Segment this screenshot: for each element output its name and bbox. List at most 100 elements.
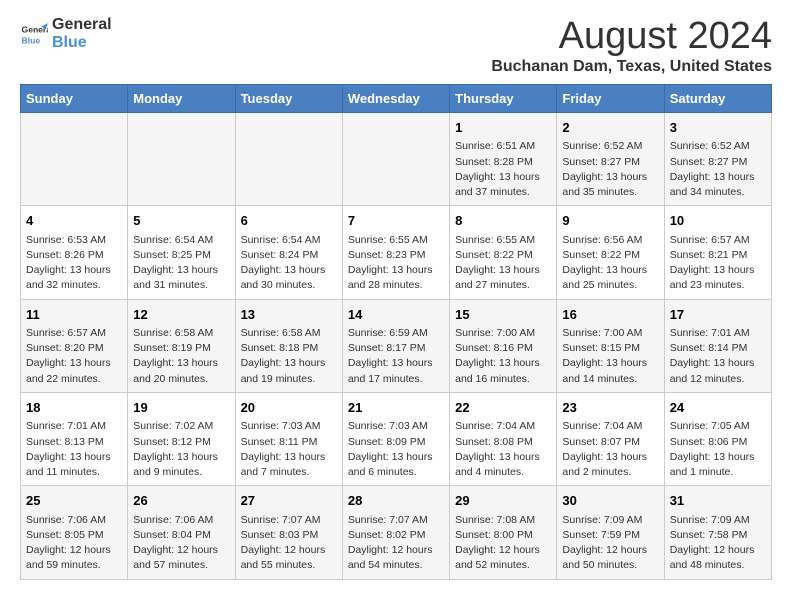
day-number: 15 [455,305,551,325]
day-info: Sunrise: 6:58 AMSunset: 8:18 PMDaylight:… [241,326,337,387]
day-info: Sunrise: 7:07 AMSunset: 8:02 PMDaylight:… [348,513,444,574]
calendar-cell: 23Sunrise: 7:04 AMSunset: 8:07 PMDayligh… [557,392,664,485]
calendar-cell: 8Sunrise: 6:55 AMSunset: 8:22 PMDaylight… [450,206,557,299]
calendar-cell: 21Sunrise: 7:03 AMSunset: 8:09 PMDayligh… [342,392,449,485]
day-info: Sunrise: 7:03 AMSunset: 8:11 PMDaylight:… [241,419,337,480]
calendar-cell [235,112,342,205]
weekday-header-saturday: Saturday [664,84,771,112]
day-info: Sunrise: 6:52 AMSunset: 8:27 PMDaylight:… [670,139,766,200]
calendar-week-row: 25Sunrise: 7:06 AMSunset: 8:05 PMDayligh… [21,486,772,579]
day-number: 2 [562,118,658,138]
day-number: 3 [670,118,766,138]
logo-line2: Blue [52,34,112,52]
day-info: Sunrise: 7:05 AMSunset: 8:06 PMDaylight:… [670,419,766,480]
calendar-cell: 18Sunrise: 7:01 AMSunset: 8:13 PMDayligh… [21,392,128,485]
day-info: Sunrise: 6:51 AMSunset: 8:28 PMDaylight:… [455,139,551,200]
day-info: Sunrise: 7:01 AMSunset: 8:14 PMDaylight:… [670,326,766,387]
main-title: August 2024 [491,16,772,58]
day-number: 17 [670,305,766,325]
day-number: 14 [348,305,444,325]
day-info: Sunrise: 7:00 AMSunset: 8:15 PMDaylight:… [562,326,658,387]
weekday-header-friday: Friday [557,84,664,112]
calendar-cell: 13Sunrise: 6:58 AMSunset: 8:18 PMDayligh… [235,299,342,392]
calendar-cell: 9Sunrise: 6:56 AMSunset: 8:22 PMDaylight… [557,206,664,299]
weekday-header-monday: Monday [128,84,235,112]
day-info: Sunrise: 7:07 AMSunset: 8:03 PMDaylight:… [241,513,337,574]
calendar-cell: 12Sunrise: 6:58 AMSunset: 8:19 PMDayligh… [128,299,235,392]
calendar-cell: 28Sunrise: 7:07 AMSunset: 8:02 PMDayligh… [342,486,449,579]
calendar-cell: 5Sunrise: 6:54 AMSunset: 8:25 PMDaylight… [128,206,235,299]
day-number: 21 [348,398,444,418]
calendar-table: SundayMondayTuesdayWednesdayThursdayFrid… [20,84,772,580]
day-number: 9 [562,211,658,231]
calendar-cell: 20Sunrise: 7:03 AMSunset: 8:11 PMDayligh… [235,392,342,485]
day-number: 6 [241,211,337,231]
day-number: 30 [562,491,658,511]
weekday-header-tuesday: Tuesday [235,84,342,112]
calendar-week-row: 4Sunrise: 6:53 AMSunset: 8:26 PMDaylight… [21,206,772,299]
day-info: Sunrise: 7:06 AMSunset: 8:04 PMDaylight:… [133,513,229,574]
day-info: Sunrise: 6:54 AMSunset: 8:25 PMDaylight:… [133,233,229,294]
calendar-cell: 26Sunrise: 7:06 AMSunset: 8:04 PMDayligh… [128,486,235,579]
calendar-cell [128,112,235,205]
day-number: 27 [241,491,337,511]
calendar-cell: 1Sunrise: 6:51 AMSunset: 8:28 PMDaylight… [450,112,557,205]
day-number: 1 [455,118,551,138]
calendar-cell: 19Sunrise: 7:02 AMSunset: 8:12 PMDayligh… [128,392,235,485]
day-number: 31 [670,491,766,511]
day-number: 25 [26,491,122,511]
header: General Blue General Blue August 2024 Bu… [20,16,772,76]
day-info: Sunrise: 7:08 AMSunset: 8:00 PMDaylight:… [455,513,551,574]
calendar-cell: 14Sunrise: 6:59 AMSunset: 8:17 PMDayligh… [342,299,449,392]
calendar-cell: 7Sunrise: 6:55 AMSunset: 8:23 PMDaylight… [342,206,449,299]
day-number: 29 [455,491,551,511]
day-info: Sunrise: 6:54 AMSunset: 8:24 PMDaylight:… [241,233,337,294]
subtitle: Buchanan Dam, Texas, United States [491,58,772,76]
calendar-cell: 16Sunrise: 7:00 AMSunset: 8:15 PMDayligh… [557,299,664,392]
calendar-cell: 10Sunrise: 6:57 AMSunset: 8:21 PMDayligh… [664,206,771,299]
calendar-week-row: 11Sunrise: 6:57 AMSunset: 8:20 PMDayligh… [21,299,772,392]
calendar-cell: 3Sunrise: 6:52 AMSunset: 8:27 PMDaylight… [664,112,771,205]
weekday-header-wednesday: Wednesday [342,84,449,112]
calendar-cell: 6Sunrise: 6:54 AMSunset: 8:24 PMDaylight… [235,206,342,299]
weekday-header-thursday: Thursday [450,84,557,112]
day-info: Sunrise: 6:57 AMSunset: 8:20 PMDaylight:… [26,326,122,387]
day-info: Sunrise: 6:57 AMSunset: 8:21 PMDaylight:… [670,233,766,294]
day-number: 13 [241,305,337,325]
calendar-cell: 29Sunrise: 7:08 AMSunset: 8:00 PMDayligh… [450,486,557,579]
day-info: Sunrise: 6:52 AMSunset: 8:27 PMDaylight:… [562,139,658,200]
day-number: 28 [348,491,444,511]
day-number: 20 [241,398,337,418]
calendar-cell: 15Sunrise: 7:00 AMSunset: 8:16 PMDayligh… [450,299,557,392]
day-number: 10 [670,211,766,231]
calendar-cell: 27Sunrise: 7:07 AMSunset: 8:03 PMDayligh… [235,486,342,579]
logo-icon: General Blue [20,20,48,48]
calendar-cell: 17Sunrise: 7:01 AMSunset: 8:14 PMDayligh… [664,299,771,392]
day-number: 22 [455,398,551,418]
day-number: 4 [26,211,122,231]
logo-line1: General [52,16,112,34]
day-info: Sunrise: 7:00 AMSunset: 8:16 PMDaylight:… [455,326,551,387]
calendar-cell [21,112,128,205]
calendar-cell: 11Sunrise: 6:57 AMSunset: 8:20 PMDayligh… [21,299,128,392]
day-number: 8 [455,211,551,231]
day-number: 18 [26,398,122,418]
day-number: 12 [133,305,229,325]
calendar-cell: 22Sunrise: 7:04 AMSunset: 8:08 PMDayligh… [450,392,557,485]
day-info: Sunrise: 7:09 AMSunset: 7:59 PMDaylight:… [562,513,658,574]
day-number: 26 [133,491,229,511]
day-info: Sunrise: 6:55 AMSunset: 8:22 PMDaylight:… [455,233,551,294]
calendar-cell: 30Sunrise: 7:09 AMSunset: 7:59 PMDayligh… [557,486,664,579]
day-info: Sunrise: 7:06 AMSunset: 8:05 PMDaylight:… [26,513,122,574]
calendar-cell: 2Sunrise: 6:52 AMSunset: 8:27 PMDaylight… [557,112,664,205]
calendar-cell: 4Sunrise: 6:53 AMSunset: 8:26 PMDaylight… [21,206,128,299]
day-info: Sunrise: 6:58 AMSunset: 8:19 PMDaylight:… [133,326,229,387]
weekday-header-row: SundayMondayTuesdayWednesdayThursdayFrid… [21,84,772,112]
day-info: Sunrise: 7:01 AMSunset: 8:13 PMDaylight:… [26,419,122,480]
calendar-cell: 24Sunrise: 7:05 AMSunset: 8:06 PMDayligh… [664,392,771,485]
day-number: 19 [133,398,229,418]
calendar-cell: 31Sunrise: 7:09 AMSunset: 7:58 PMDayligh… [664,486,771,579]
calendar-week-row: 18Sunrise: 7:01 AMSunset: 8:13 PMDayligh… [21,392,772,485]
day-info: Sunrise: 7:03 AMSunset: 8:09 PMDaylight:… [348,419,444,480]
calendar-cell [342,112,449,205]
